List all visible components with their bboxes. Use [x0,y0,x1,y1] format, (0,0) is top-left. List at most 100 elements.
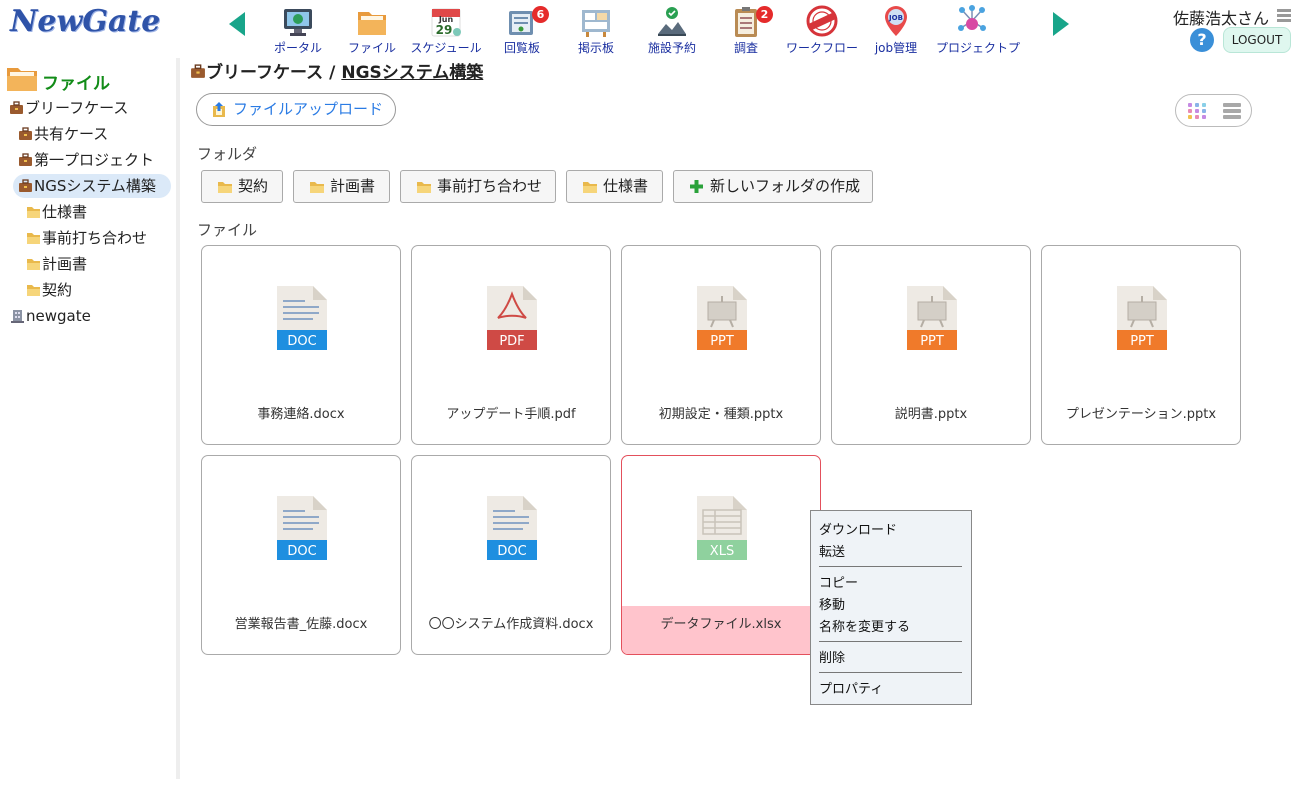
files-section-label: ファイル [197,221,258,239]
survey-badge: 2 [756,6,773,23]
nav-label: job管理 [874,41,918,55]
nav-next-arrow-icon[interactable] [1053,12,1069,36]
file-type-label: PPT [1130,334,1154,349]
ppt-file-icon: PPT [697,286,747,350]
tree-item-shared-case[interactable]: 共有ケース [18,122,108,146]
tree-item-label: 共有ケース [34,125,109,143]
nav-item-circular[interactable]: 6 回覧板 [484,2,560,56]
new-folder-button[interactable]: 新しいフォルダの作成 [673,170,873,203]
menu-item-download[interactable]: ダウンロード [819,519,897,538]
file-card[interactable]: PPT 説明書.pptx [831,245,1031,445]
tree-item-spec[interactable]: 仕様書 [26,200,87,224]
tree-item-label: ブリーフケース [25,99,129,117]
user-name[interactable]: 佐藤浩太さん [1173,5,1269,29]
file-card-selected[interactable]: XLS データファイル.xlsx [621,455,821,655]
menu-item-copy[interactable]: コピー [819,572,858,591]
file-name: 事務連絡.docx [257,407,345,422]
upload-icon [213,102,225,117]
folder-icon [218,182,232,193]
nav-label: スケジュール [410,41,482,55]
menu-item-properties[interactable]: プロパティ [819,678,883,697]
nav-item-job[interactable]: JOB job管理 [858,2,934,56]
tree-item-plan[interactable]: 計画書 [26,252,87,276]
nav-item-bulletin[interactable]: 掲示板 [558,2,634,56]
file-name: データファイル.xlsx [660,617,782,632]
file-card[interactable]: DOC 事務連絡.docx [201,245,401,445]
file-card[interactable]: PPT 初期設定・種類.pptx [621,245,821,445]
list-view-icon[interactable] [1223,103,1241,119]
folder-icon [27,206,40,218]
grid-view-icon[interactable] [1188,103,1206,119]
portal-icon [284,9,312,36]
nav-item-overflow[interactable]: プ [1008,2,1028,56]
file-type-label: XLS [710,544,734,559]
tree-item-label: 計画書 [42,255,88,273]
logout-button[interactable]: LOGOUT [1223,27,1291,53]
menu-item-move[interactable]: 移動 [819,594,845,613]
sidebar-divider[interactable] [176,58,180,779]
file-card[interactable]: DOC 営業報告書_佐藤.docx [201,455,401,655]
app-header: NewGate ポータル ファイル Jun 29 スケジュール 6 回覧板 掲示… [0,0,1297,58]
nav-item-facility[interactable]: 施設予約 [634,2,710,56]
help-icon[interactable]: ? [1190,28,1214,52]
file-upload-button[interactable]: ファイルアップロード [196,93,396,126]
nav-label: 掲示板 [577,41,614,55]
nav-label: プロジェクト [935,41,1008,55]
folder-button-plan[interactable]: 計画書 [293,170,390,203]
folder-button-contract[interactable]: 契約 [201,170,283,203]
tree-item-first-project[interactable]: 第一プロジェクト [18,148,154,172]
view-toggle [1175,94,1252,127]
nav-item-schedule[interactable]: Jun 29 スケジュール [408,2,484,56]
menu-item-forward[interactable]: 転送 [819,541,845,560]
circular-badge: 6 [532,6,549,23]
folder-button-pre-meeting[interactable]: 事前打ち合わせ [400,170,556,203]
menu-icon[interactable] [1277,9,1291,22]
doc-file-icon: DOC [487,496,537,560]
ppt-file-icon: PPT [1117,286,1167,350]
doc-file-icon: DOC [277,496,327,560]
calendar-day: 29 [436,23,453,37]
nav-item-project[interactable]: プロジェクト [934,2,1010,56]
nav-item-portal[interactable]: ポータル [260,2,336,56]
folder-icon [27,232,40,244]
folder-button-label: 仕様書 [603,177,649,195]
newgate-logo[interactable]: NewGate [10,4,160,39]
nav-label: プ [1008,41,1021,55]
file-type-label: DOC [497,544,526,559]
briefcase-icon [19,152,32,166]
app-navigation: ポータル ファイル Jun 29 スケジュール 6 回覧板 掲示板 施設予約 2… [260,2,1028,56]
folder-icon [7,68,37,91]
pdf-file-icon: PDF [487,286,537,350]
briefcase-icon [10,100,23,114]
menu-item-rename[interactable]: 名称を変更する [819,616,910,635]
folders-section-label: フォルダ [197,145,258,163]
doc-file-icon: DOC [277,286,327,350]
tree-item-contract[interactable]: 契約 [26,278,72,302]
tree-item-briefcase[interactable]: ブリーフケース [9,96,128,120]
new-folder-label: 新しいフォルダの作成 [710,177,861,195]
tree-item-pre-meeting[interactable]: 事前打ち合わせ [26,226,147,250]
menu-separator [819,672,962,673]
nav-item-workflow[interactable]: ワークフロー [784,2,860,56]
file-type-label: PPT [710,334,734,349]
file-name: プレゼンテーション.pptx [1065,407,1217,422]
folder-button-spec[interactable]: 仕様書 [566,170,663,203]
tree-item-ngs-system[interactable]: NGSシステム構築 [13,174,171,198]
briefcase-icon [19,178,32,192]
folder-icon [27,284,40,296]
file-card[interactable]: PDF アップデート手順.pdf [411,245,611,445]
breadcrumb-root[interactable]: ブリーフケース [206,63,323,83]
file-card[interactable]: PPT プレゼンテーション.pptx [1041,245,1241,445]
nav-item-file[interactable]: ファイル [334,2,410,56]
breadcrumb-current[interactable]: NGSシステム構築 [341,63,483,83]
plus-icon [690,180,703,193]
file-folder-icon [358,12,386,35]
menu-separator [819,566,962,567]
nav-prev-arrow-icon[interactable] [229,12,245,36]
briefcase-icon [19,126,32,140]
menu-item-delete[interactable]: 削除 [819,647,845,666]
file-type-label: DOC [287,334,316,349]
file-card[interactable]: DOC 〇〇システム作成資料.docx [411,455,611,655]
nav-item-survey[interactable]: 2 調査 [708,2,784,56]
tree-item-newgate[interactable]: newgate [10,304,91,328]
